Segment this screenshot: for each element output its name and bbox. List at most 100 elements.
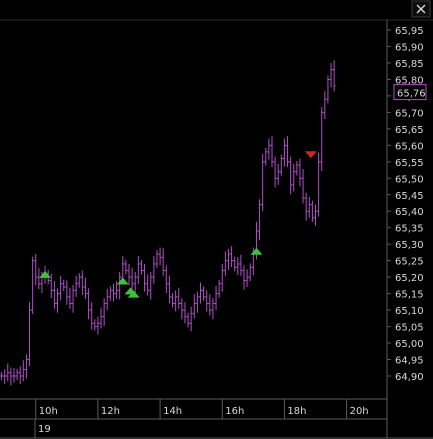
ohlc-bar (136, 256, 140, 284)
ohlc-bar (167, 275, 171, 304)
date-label: 19 (38, 424, 51, 435)
y-tick-label: 64,90 (395, 372, 424, 383)
x-tick-label: 20h (350, 406, 369, 417)
ohlc-bar (174, 290, 178, 312)
ohlc-bar (105, 289, 109, 311)
ohlc-bar (233, 256, 237, 272)
ohlc-bar (130, 267, 134, 290)
ohlc-bar (236, 257, 240, 276)
last-price-marker: 65,76 (393, 84, 427, 101)
ohlc-bar (323, 91, 327, 119)
y-tick-label: 65,45 (395, 191, 424, 202)
ohlc-bar (102, 298, 106, 326)
y-tick-label: 65,00 (395, 339, 424, 350)
ohlc-bar (298, 158, 302, 187)
ohlc-bars (0, 60, 336, 386)
ohlc-bar (245, 269, 249, 288)
ohlc-bar (171, 292, 175, 308)
ohlc-bar (93, 319, 97, 331)
ohlc-bar (118, 271, 122, 300)
ohlc-bar (304, 192, 308, 221)
ohlc-bar (96, 316, 100, 335)
ohlc-bar (77, 273, 81, 288)
ohlc-bar (301, 169, 305, 204)
ohlc-bar (24, 354, 28, 379)
ohlc-bar (186, 312, 190, 328)
y-tick-label: 65,70 (395, 108, 424, 119)
ohlc-bar (292, 163, 296, 192)
ohlc-bar (307, 196, 311, 218)
ohlc-bar (286, 136, 290, 168)
y-axis-ticks: 65,9565,9065,8565,8065,7565,7065,6565,60… (387, 26, 424, 383)
close-icon[interactable] (411, 0, 431, 18)
ohlc-bar (164, 265, 168, 293)
y-tick-label: 65,35 (395, 224, 424, 235)
x-tick-label: 18h (287, 406, 306, 417)
y-tick-label: 65,25 (395, 257, 424, 268)
y-tick-label: 65,95 (395, 26, 424, 37)
ohlc-bar (329, 62, 333, 88)
y-tick-label: 65,90 (395, 42, 424, 53)
ohlc-bar (189, 306, 193, 332)
y-tick-label: 65,40 (395, 207, 424, 218)
ohlc-bar (198, 282, 202, 304)
ohlc-bar (59, 275, 63, 301)
ohlc-bar (273, 156, 277, 188)
sell-signal-marker (304, 151, 317, 159)
buy-signal-marker (116, 277, 129, 285)
ohlc-bar (195, 291, 199, 313)
ohlc-bar (133, 271, 137, 293)
ohlc-bar (28, 302, 32, 367)
ohlc-bar (31, 256, 35, 315)
ohlc-bar (3, 369, 7, 384)
ohlc-bar (83, 277, 87, 299)
x-tick-label: 14h (163, 406, 182, 417)
ohlc-bar (211, 298, 215, 320)
y-tick-label: 65,10 (395, 306, 424, 317)
ohlc-bar (0, 372, 4, 380)
y-tick-label: 64,95 (395, 356, 424, 367)
ohlc-bar (230, 246, 234, 268)
ohlc-bar (180, 298, 184, 320)
ohlc-bar (21, 360, 25, 382)
x-axis-time-ticks: 10h 12h 14h 16h 18h 20h (35, 399, 369, 419)
ohlc-bar (270, 136, 274, 168)
ohlc-bar (248, 263, 252, 282)
ohlc-bar (279, 154, 283, 176)
ohlc-bar (34, 254, 38, 286)
ohlc-bar (56, 288, 60, 313)
x-tick-label: 12h (101, 406, 120, 417)
x-tick-label: 10h (39, 406, 58, 417)
ohlc-bar (295, 161, 299, 176)
y-tick-label: 65,20 (395, 273, 424, 284)
ohlc-bar (267, 138, 271, 160)
ohlc-bar (111, 283, 115, 302)
ohlc-bar (139, 260, 143, 275)
ohlc-bar (326, 75, 330, 104)
ohlc-bar (146, 274, 150, 296)
ohlc-bar (18, 366, 22, 384)
ohlc-bar (152, 256, 156, 284)
ohlc-bar (242, 265, 246, 290)
buy-signal-marker (250, 247, 263, 255)
y-tick-label: 65,60 (395, 141, 424, 152)
last-price-label: 65,76 (397, 89, 426, 100)
ohlc-bar (208, 294, 212, 316)
ohlc-bar (214, 285, 218, 311)
ohlc-bar (68, 287, 72, 309)
ohlc-bar (161, 248, 165, 276)
ohlc-bar (332, 60, 336, 92)
y-tick-label: 65,05 (395, 323, 424, 334)
y-tick-label: 65,65 (395, 125, 424, 136)
ohlc-bar (99, 307, 103, 329)
window-top-strip (0, 0, 433, 20)
ohlc-bar (220, 263, 224, 292)
ohlc-bar (108, 286, 112, 301)
ohlc-bar (9, 367, 13, 386)
ohlc-bar (314, 204, 318, 226)
ohlc-bar (37, 267, 41, 290)
y-tick-label: 65,30 (395, 240, 424, 251)
ohlc-bar (149, 271, 153, 300)
ohlc-bar (320, 107, 324, 172)
ohlc-bar (155, 250, 159, 268)
